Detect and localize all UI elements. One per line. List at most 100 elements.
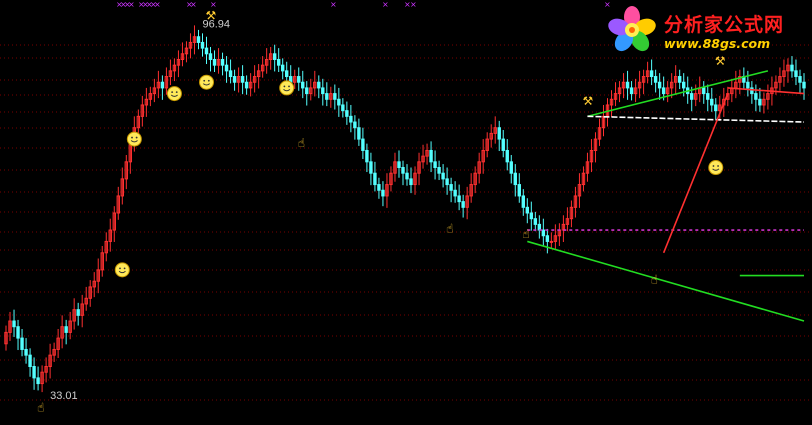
candle-body xyxy=(802,81,806,89)
candle-body xyxy=(160,81,165,89)
signal-cross-mark: × xyxy=(410,0,417,9)
candle-body xyxy=(541,229,546,237)
candle-body xyxy=(204,47,209,55)
candle-body xyxy=(272,53,277,60)
candle-body xyxy=(409,178,413,186)
flower-logo-icon xyxy=(608,6,656,52)
signal-cross-mark: × xyxy=(128,0,135,9)
candle-body xyxy=(325,93,329,100)
candle-body xyxy=(357,127,361,140)
signal-cross-mark: × xyxy=(190,0,197,9)
candle-body xyxy=(401,167,405,174)
candle-body xyxy=(232,76,237,83)
chart-canvas: × × × × × × × × × × × × × × × × × ☝ ☝ ☝ ☝ ☝ ⚒ ⚒ ⚒ 96.94 33.01 分析家公… xyxy=(0,0,812,425)
candle-body xyxy=(750,87,754,95)
candle-body xyxy=(208,53,213,60)
candle-body xyxy=(20,337,24,350)
candle-body xyxy=(32,366,36,379)
candle-body xyxy=(405,172,409,180)
candle-body xyxy=(196,36,201,43)
candle-body xyxy=(649,70,654,78)
logo-title: 分析家公式网 xyxy=(664,14,785,36)
candle-body xyxy=(537,223,542,231)
candle-body xyxy=(513,172,517,186)
candle-body xyxy=(501,138,505,151)
candle-body xyxy=(317,81,321,89)
candle-body xyxy=(297,76,301,83)
candle-body xyxy=(369,161,373,174)
candle-body xyxy=(746,81,750,89)
smiley-marker-icon xyxy=(166,86,182,102)
candle-body xyxy=(706,93,710,100)
candle-body xyxy=(453,189,457,197)
candle-body xyxy=(710,98,714,106)
candle-body xyxy=(521,195,525,208)
candle-body xyxy=(321,87,325,95)
candle-body xyxy=(349,115,353,123)
smiley-marker-icon xyxy=(126,131,142,147)
candle-body xyxy=(758,98,762,106)
high-value-label: 96.94 xyxy=(202,18,230,30)
candle-body xyxy=(276,58,281,66)
candle-body xyxy=(16,326,20,339)
candle-body xyxy=(397,161,401,169)
candle-body xyxy=(629,87,634,95)
candle-body xyxy=(505,149,509,163)
candle-body xyxy=(433,161,437,169)
resistance-level-line xyxy=(587,115,805,123)
hammer-marker-icon: ⚒ xyxy=(582,94,593,108)
candle-body xyxy=(12,320,16,328)
candle-body xyxy=(509,161,513,174)
wedge-top-line xyxy=(727,87,805,95)
hand-marker-icon: ☝ xyxy=(37,400,44,414)
candle-body xyxy=(381,189,385,197)
candle-body xyxy=(377,184,381,191)
candle-body xyxy=(798,76,802,83)
signal-cross-mark: × xyxy=(210,0,217,9)
smiley-marker-icon xyxy=(708,160,724,176)
candle-body xyxy=(702,87,706,95)
candle-body xyxy=(24,348,28,356)
candle-body xyxy=(681,81,686,89)
candle-body xyxy=(200,41,205,49)
hammer-marker-icon: ⚒ xyxy=(715,54,726,68)
candlestick-plot: ×××× ××××× ×× × × × × × ×☝☝☝ ☝☝⚒⚒⚒96.9433.01 xyxy=(0,0,812,414)
candle-body xyxy=(361,138,365,151)
candle-body xyxy=(333,93,337,100)
candle-body xyxy=(445,178,449,186)
candle-body xyxy=(461,201,465,208)
candle-body xyxy=(280,64,285,72)
smiley-marker-icon xyxy=(114,262,130,278)
signal-cross-mark: × xyxy=(330,0,337,9)
candle-body xyxy=(28,354,32,368)
candle-body xyxy=(754,93,758,100)
candle-body xyxy=(441,172,445,180)
candle-body xyxy=(220,58,225,66)
candle-body xyxy=(240,76,245,83)
candle-body xyxy=(457,195,461,203)
candle-body xyxy=(533,218,538,225)
candle-body xyxy=(690,93,694,100)
candle-body xyxy=(36,377,40,385)
candle-body xyxy=(657,81,662,89)
hand-marker-icon: ☝ xyxy=(651,273,658,287)
candle-body xyxy=(305,87,309,95)
candle-body xyxy=(545,235,550,242)
candle-body xyxy=(661,87,666,95)
candle-body xyxy=(64,326,68,333)
candle-body xyxy=(677,76,682,83)
candle-body xyxy=(790,64,794,72)
logo-url: www.88gs.com xyxy=(664,36,771,51)
smiley-marker-icon xyxy=(199,74,215,90)
candle-body xyxy=(449,184,453,191)
candle-body xyxy=(714,104,718,112)
candle-body xyxy=(228,70,233,78)
signal-cross-mark: × xyxy=(382,0,389,9)
site-logo: 分析家公式网 www.88gs.com xyxy=(606,4,804,56)
candle-body xyxy=(224,64,229,72)
candle-body xyxy=(625,81,630,89)
low-value-label: 33.01 xyxy=(50,390,78,402)
candle-body xyxy=(365,149,369,163)
candle-body xyxy=(301,81,305,89)
candle-body xyxy=(244,81,249,89)
